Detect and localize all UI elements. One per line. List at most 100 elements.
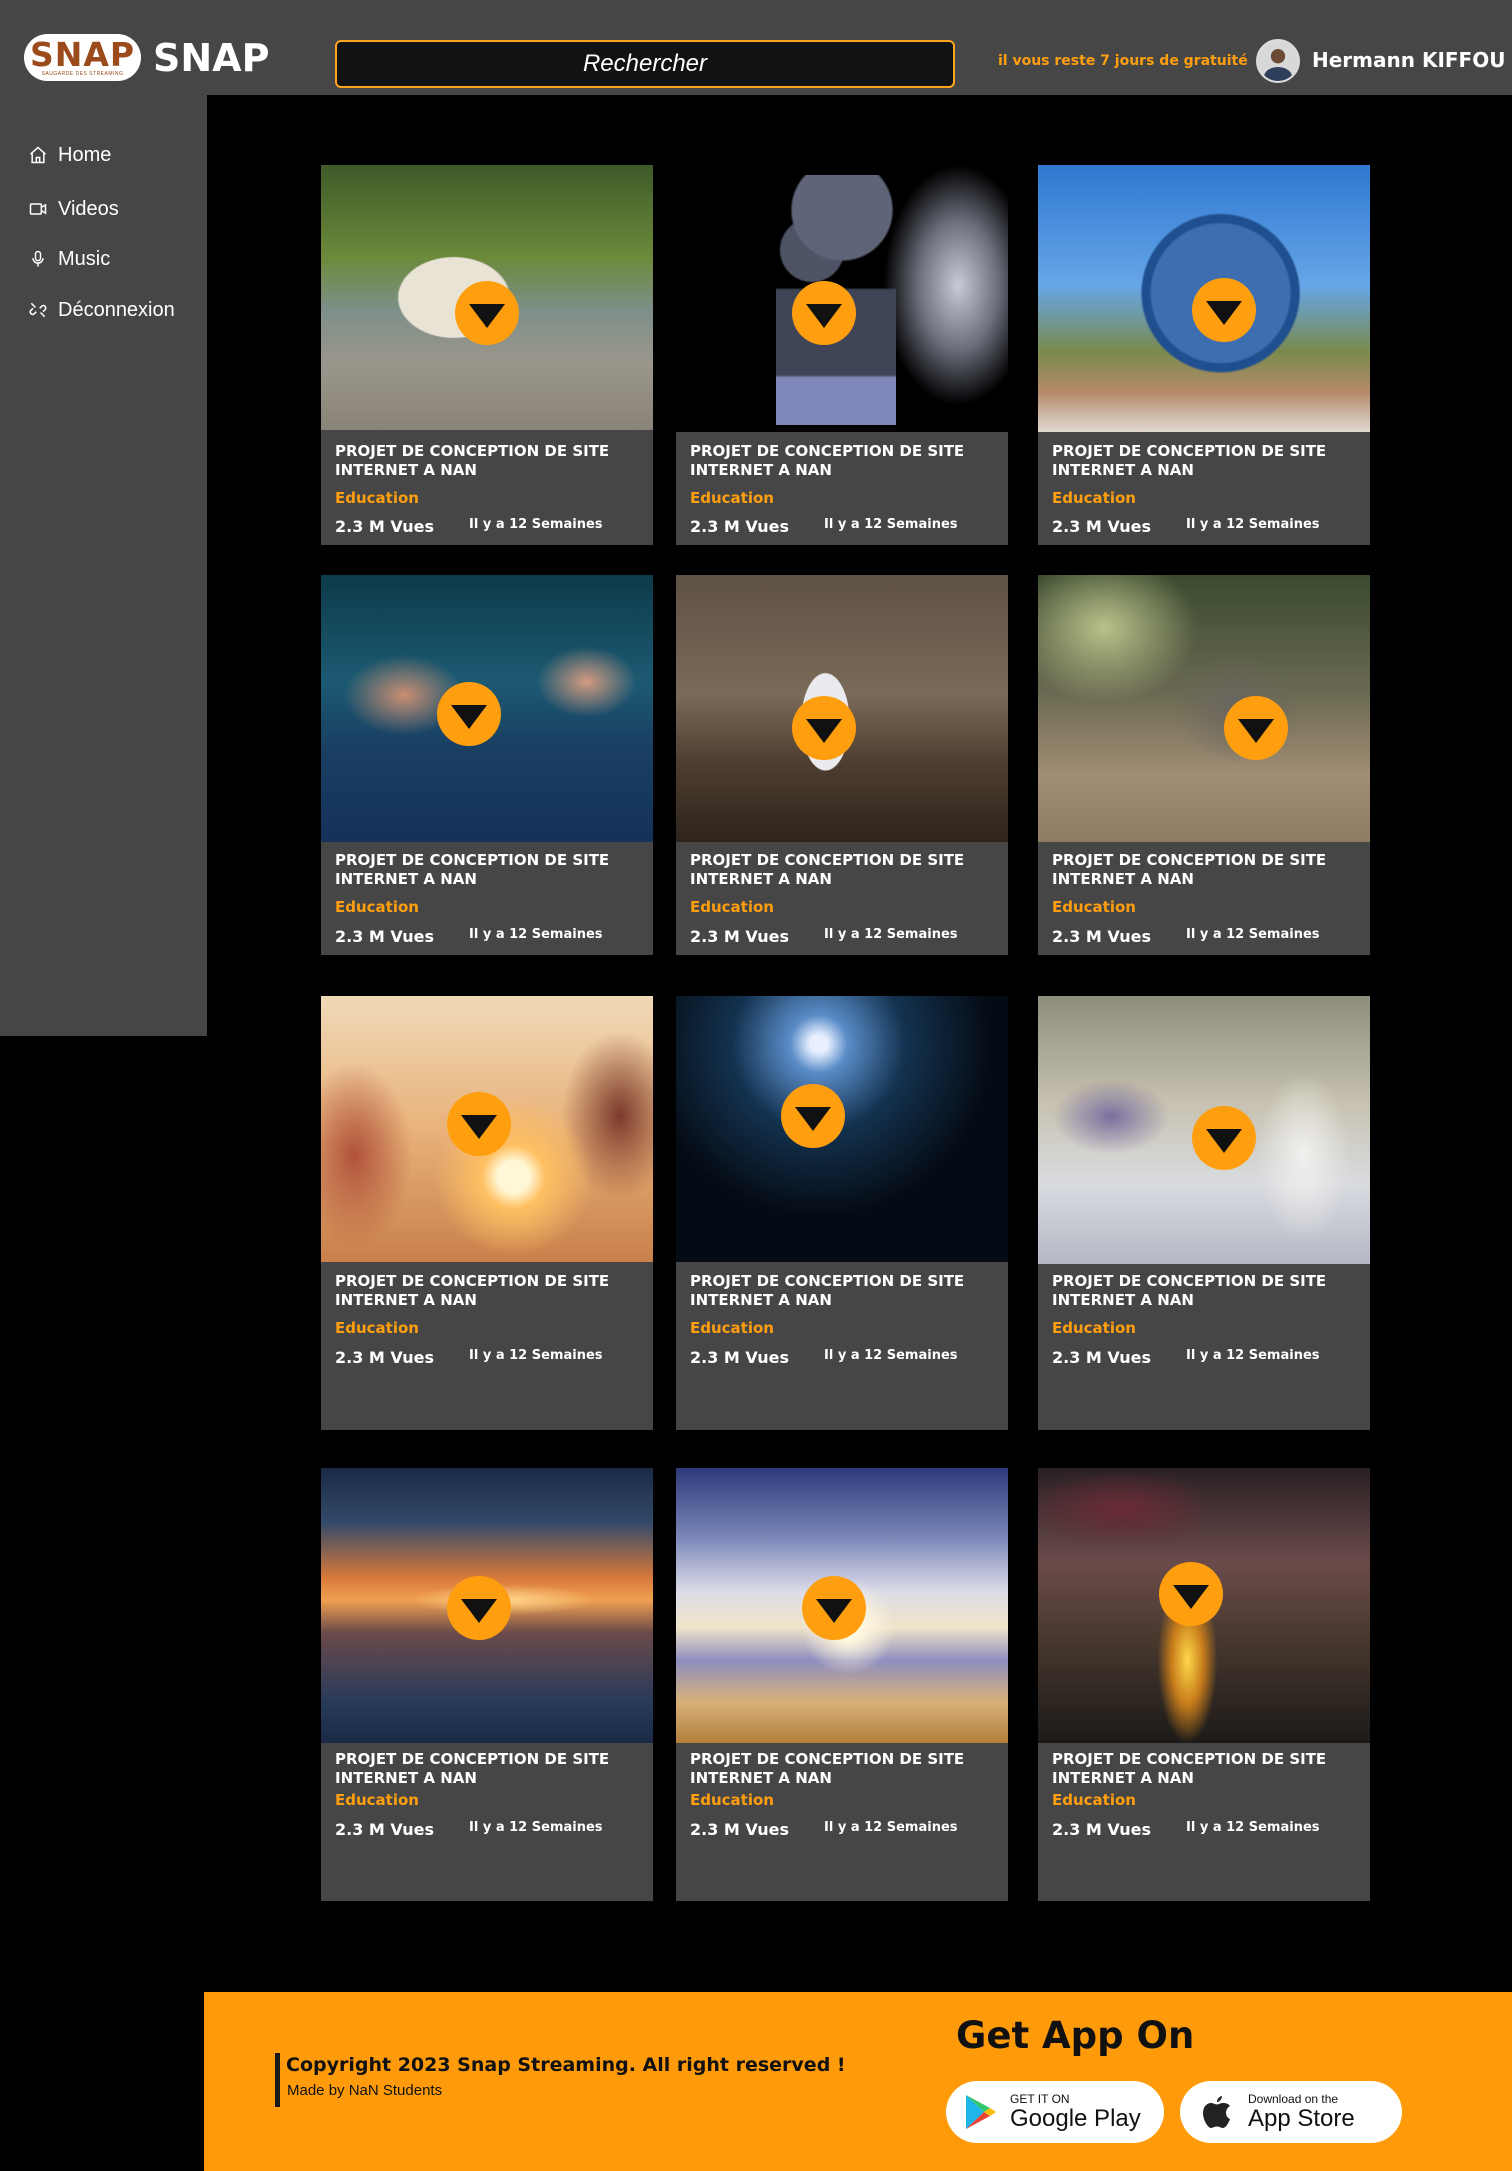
- video-title: PROJET DE CONCEPTION DE SITE INTERNET A …: [1052, 1750, 1327, 1787]
- google-play-button[interactable]: GET IT ON Google Play: [946, 2081, 1164, 2143]
- sidebar: Home Videos Music Déconnexion: [0, 95, 207, 1036]
- video-card[interactable]: PROJET DE CONCEPTION DE SITE INTERNET A …: [1038, 165, 1370, 545]
- video-date: Il y a 12 Semaines: [824, 1820, 958, 1835]
- video-title: PROJET DE CONCEPTION DE SITE INTERNET A …: [1052, 442, 1327, 479]
- video-views: 2.3 M Vues: [335, 1348, 434, 1367]
- video-views: 2.3 M Vues: [690, 1348, 789, 1367]
- video-category: Education: [690, 489, 774, 507]
- video-category: Education: [335, 1791, 419, 1809]
- search-input[interactable]: Rechercher: [335, 40, 955, 88]
- video-card[interactable]: PROJET DE CONCEPTION DE SITE INTERNET A …: [321, 1468, 653, 1901]
- video-title: PROJET DE CONCEPTION DE SITE INTERNET A …: [335, 1750, 610, 1787]
- video-views: 2.3 M Vues: [335, 1820, 434, 1839]
- logo[interactable]: SNAP SAUGARDE DES STREAMING: [24, 34, 141, 81]
- apple-icon: [1202, 2094, 1232, 2130]
- unlink-icon: [26, 298, 50, 322]
- video-category: Education: [690, 898, 774, 916]
- video-title: PROJET DE CONCEPTION DE SITE INTERNET A …: [690, 851, 965, 888]
- copyright-text: Copyright 2023 Snap Streaming. All right…: [286, 2054, 846, 2076]
- play-icon[interactable]: [1159, 1562, 1223, 1626]
- video-card[interactable]: PROJET DE CONCEPTION DE SITE INTERNET A …: [1038, 575, 1370, 955]
- video-date: Il y a 12 Semaines: [1186, 517, 1320, 532]
- video-card[interactable]: PROJET DE CONCEPTION DE SITE INTERNET A …: [676, 996, 1008, 1430]
- video-views: 2.3 M Vues: [1052, 517, 1151, 536]
- footer: Copyright 2023 Snap Streaming. All right…: [204, 1992, 1512, 2171]
- video-category: Education: [335, 489, 419, 507]
- play-icon[interactable]: [792, 281, 856, 345]
- video-title: PROJET DE CONCEPTION DE SITE INTERNET A …: [335, 851, 610, 888]
- video-date: Il y a 12 Semaines: [824, 927, 958, 942]
- sidebar-item-label: Music: [58, 247, 111, 270]
- play-icon[interactable]: [1224, 696, 1288, 760]
- play-icon[interactable]: [1192, 1106, 1256, 1170]
- video-title: PROJET DE CONCEPTION DE SITE INTERNET A …: [335, 1272, 610, 1309]
- play-icon[interactable]: [781, 1084, 845, 1148]
- sidebar-item-logout[interactable]: Déconnexion: [26, 298, 175, 322]
- video-card[interactable]: PROJET DE CONCEPTION DE SITE INTERNET A …: [1038, 1468, 1370, 1901]
- video-category: Education: [335, 898, 419, 916]
- brand-name: SNAP: [153, 36, 270, 80]
- video-category: Education: [1052, 489, 1136, 507]
- app-store-button[interactable]: Download on the App Store: [1180, 2081, 1402, 2143]
- user-name[interactable]: Hermann KIFFOU: [1312, 48, 1505, 72]
- video-card[interactable]: PROJET DE CONCEPTION DE SITE INTERNET A …: [676, 165, 1008, 545]
- video-views: 2.3 M Vues: [690, 927, 789, 946]
- top-bar: SNAP SAUGARDE DES STREAMING SNAP Recherc…: [0, 0, 1512, 95]
- play-icon[interactable]: [447, 1576, 511, 1640]
- play-icon[interactable]: [792, 696, 856, 760]
- play-icon[interactable]: [447, 1092, 511, 1156]
- video-category: Education: [1052, 898, 1136, 916]
- sidebar-item-label: Déconnexion: [58, 298, 175, 321]
- video-category: Education: [1052, 1319, 1136, 1337]
- video-title: PROJET DE CONCEPTION DE SITE INTERNET A …: [1052, 851, 1327, 888]
- video-views: 2.3 M Vues: [335, 927, 434, 946]
- video-date: Il y a 12 Semaines: [1186, 927, 1320, 942]
- play-icon[interactable]: [1192, 278, 1256, 342]
- home-icon: [26, 143, 50, 167]
- video-category: Education: [690, 1791, 774, 1809]
- footer-divider: [275, 2053, 280, 2107]
- sidebar-item-music[interactable]: Music: [26, 247, 110, 271]
- video-date: Il y a 12 Semaines: [1186, 1348, 1320, 1363]
- play-icon[interactable]: [455, 281, 519, 345]
- video-title: PROJET DE CONCEPTION DE SITE INTERNET A …: [690, 1750, 965, 1787]
- video-views: 2.3 M Vues: [1052, 1820, 1151, 1839]
- video-date: Il y a 12 Semaines: [469, 927, 603, 942]
- app-store-label: App Store: [1248, 2104, 1355, 2132]
- made-by-text: Made by NaN Students: [287, 2082, 443, 2099]
- google-play-label: Google Play: [1010, 2104, 1141, 2132]
- video-title: PROJET DE CONCEPTION DE SITE INTERNET A …: [335, 442, 610, 479]
- play-icon[interactable]: [802, 1576, 866, 1640]
- video-card[interactable]: PROJET DE CONCEPTION DE SITE INTERNET A …: [1038, 996, 1370, 1430]
- video-date: Il y a 12 Semaines: [469, 1820, 603, 1835]
- sidebar-item-label: Videos: [58, 197, 119, 220]
- sidebar-item-label: Home: [58, 143, 112, 166]
- trial-notice: il vous reste 7 jours de gratuité: [998, 53, 1248, 69]
- video-card[interactable]: PROJET DE CONCEPTION DE SITE INTERNET A …: [321, 575, 653, 955]
- video-card[interactable]: PROJET DE CONCEPTION DE SITE INTERNET A …: [321, 165, 653, 545]
- video-views: 2.3 M Vues: [690, 1820, 789, 1839]
- video-category: Education: [690, 1319, 774, 1337]
- video-date: Il y a 12 Semaines: [824, 517, 958, 532]
- sidebar-item-home[interactable]: Home: [26, 143, 111, 167]
- video-category: Education: [1052, 1791, 1136, 1809]
- sidebar-item-videos[interactable]: Videos: [26, 197, 119, 221]
- video-title: PROJET DE CONCEPTION DE SITE INTERNET A …: [1052, 1272, 1327, 1309]
- video-views: 2.3 M Vues: [1052, 1348, 1151, 1367]
- microphone-icon: [26, 247, 50, 271]
- video-date: Il y a 12 Semaines: [824, 1348, 958, 1363]
- logo-tagline: SAUGARDE DES STREAMING: [41, 70, 124, 77]
- video-card[interactable]: PROJET DE CONCEPTION DE SITE INTERNET A …: [676, 1468, 1008, 1901]
- video-card[interactable]: PROJET DE CONCEPTION DE SITE INTERNET A …: [321, 996, 653, 1430]
- video-date: Il y a 12 Semaines: [469, 517, 603, 532]
- thumbnail-image: [1038, 575, 1370, 842]
- video-date: Il y a 12 Semaines: [1186, 1820, 1320, 1835]
- google-play-icon: [964, 2093, 998, 2131]
- play-icon[interactable]: [437, 682, 501, 746]
- google-play-small: GET IT ON: [1010, 2091, 1070, 2106]
- avatar[interactable]: [1256, 39, 1300, 83]
- video-card[interactable]: PROJET DE CONCEPTION DE SITE INTERNET A …: [676, 575, 1008, 955]
- video-title: PROJET DE CONCEPTION DE SITE INTERNET A …: [690, 442, 965, 479]
- logo-text: SNAP: [29, 34, 136, 74]
- app-store-small: Download on the: [1248, 2091, 1339, 2106]
